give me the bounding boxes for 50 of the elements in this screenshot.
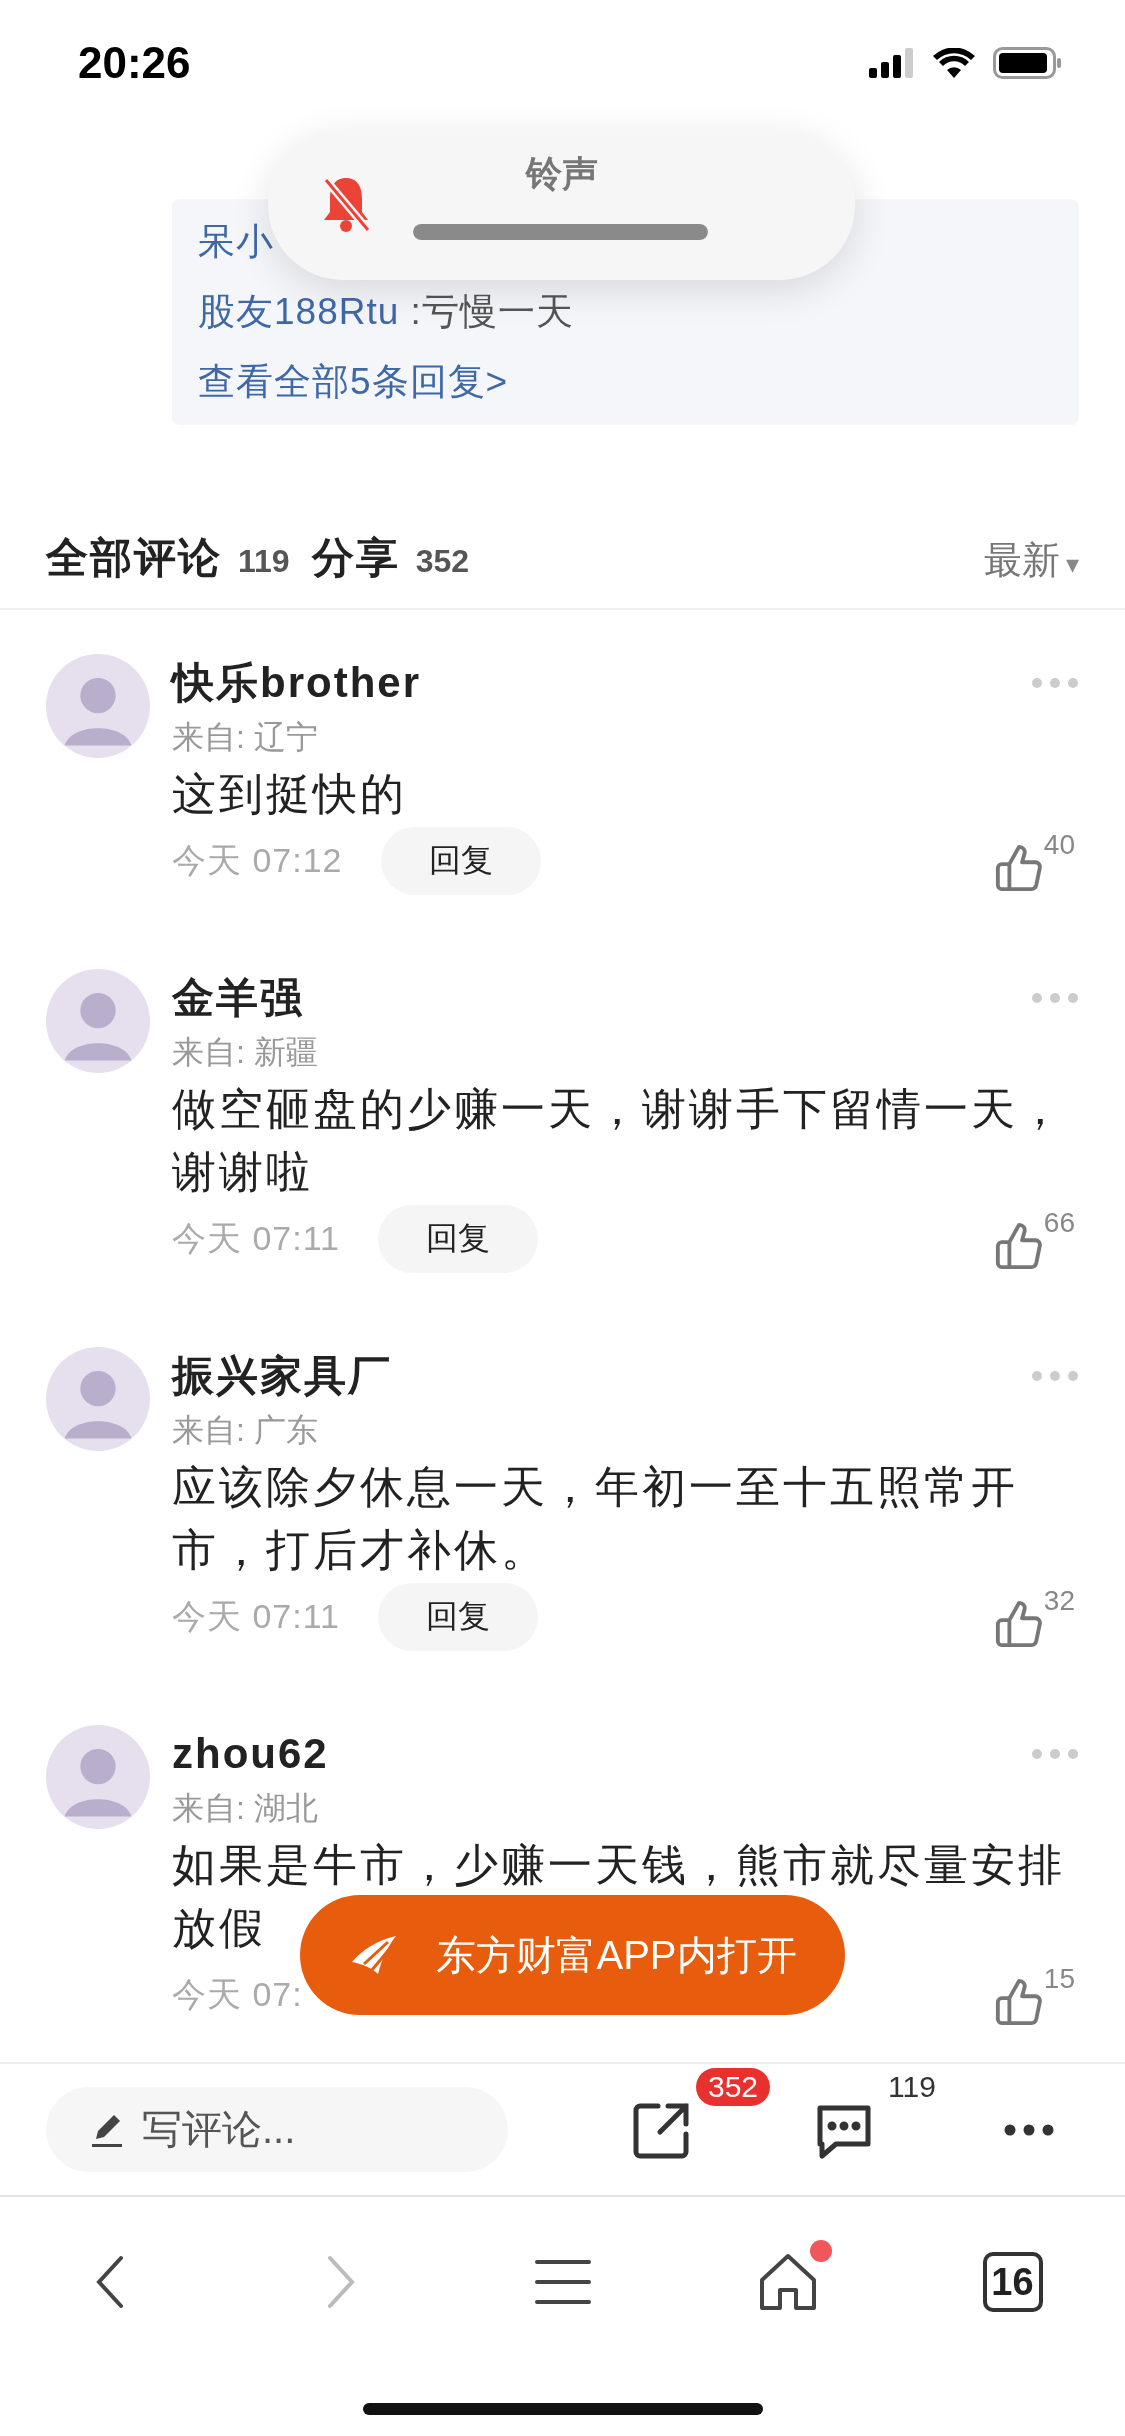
comment-text: 做空砸盘的少赚一天，谢谢手下留情一天， <box>172 1083 1065 1135</box>
like-count: 15 <box>1043 1963 1075 1995</box>
comment-time: 今天 07:11 <box>172 1218 340 1259</box>
user-location: 来自: 广东 <box>172 1411 319 1450</box>
like-count: 40 <box>1043 829 1075 861</box>
battery-icon <box>993 46 1063 79</box>
reply-author[interactable]: 股友188Rtu <box>198 287 400 337</box>
section-count: 352 <box>415 543 469 580</box>
open-in-app-toast[interactable]: 东方财富APP内打开 <box>300 1895 845 2015</box>
reply-button[interactable]: 回复 <box>378 1583 538 1651</box>
reply-button[interactable]: 回复 <box>378 1205 538 1273</box>
comment-time: 今天 07:11 <box>172 1596 340 1637</box>
section-title: 全部评论 <box>46 533 222 583</box>
reply-button[interactable]: 回复 <box>380 827 541 895</box>
reply-text: :亏慢一天 <box>409 290 574 334</box>
status-time: 20:26 <box>78 37 191 88</box>
like-count: 66 <box>1043 1207 1075 1239</box>
ringer-label: 铃声 <box>524 152 599 196</box>
comment-time: 今天 07:12 <box>172 840 343 881</box>
sort-dropdown[interactable]: 最新 <box>983 539 1060 581</box>
user-location: 来自: 新疆 <box>172 1033 319 1072</box>
signal-icon <box>869 47 915 78</box>
share-count-badge: 352 <box>696 2067 771 2106</box>
thumbs-up-icon[interactable] <box>993 1977 1044 2027</box>
user-name[interactable]: zhou62 <box>172 1730 329 1778</box>
user-name[interactable]: 快乐brother <box>172 655 421 711</box>
user-location: 来自: 辽宁 <box>172 718 319 757</box>
tabs-button[interactable]: 16 <box>982 2252 1043 2312</box>
user-name[interactable]: 振兴家具厂 <box>172 1348 392 1404</box>
wifi-icon <box>933 47 975 78</box>
section-count: 119 <box>238 543 290 580</box>
comment-text: 这到挺快的 <box>172 768 407 820</box>
more-icon[interactable] <box>1004 2123 1054 2136</box>
thumbs-up-icon[interactable] <box>993 843 1044 893</box>
view-all-replies-link[interactable]: 查看全部5条回复> <box>198 357 509 407</box>
section-title: 分享 <box>311 533 400 583</box>
thumbs-up-icon[interactable] <box>993 1221 1044 1271</box>
comment-input-field[interactable]: 写评论... <box>46 2087 508 2172</box>
like-count: 32 <box>1043 1585 1075 1617</box>
comment-text: 谢谢啦 <box>172 1146 313 1198</box>
comment-text: 放假 <box>172 1902 266 1954</box>
caret-icon[interactable]: ▾ <box>1065 549 1079 579</box>
thumbs-up-icon[interactable] <box>993 1599 1044 1649</box>
comment-text: 应该除夕休息一天，年初一至十五照常开 <box>172 1461 1018 1513</box>
comment-time: 今天 07: <box>172 1974 303 2015</box>
comment-text: 如果是牛市，少赚一天钱，熊市就尽量安排 <box>172 1839 1065 1891</box>
user-name[interactable]: 金羊强 <box>172 970 304 1026</box>
comment-count: 119 <box>888 2069 936 2104</box>
comment-text: 市，打后才补休。 <box>172 1524 548 1576</box>
user-location: 来自: 湖北 <box>172 1789 319 1828</box>
